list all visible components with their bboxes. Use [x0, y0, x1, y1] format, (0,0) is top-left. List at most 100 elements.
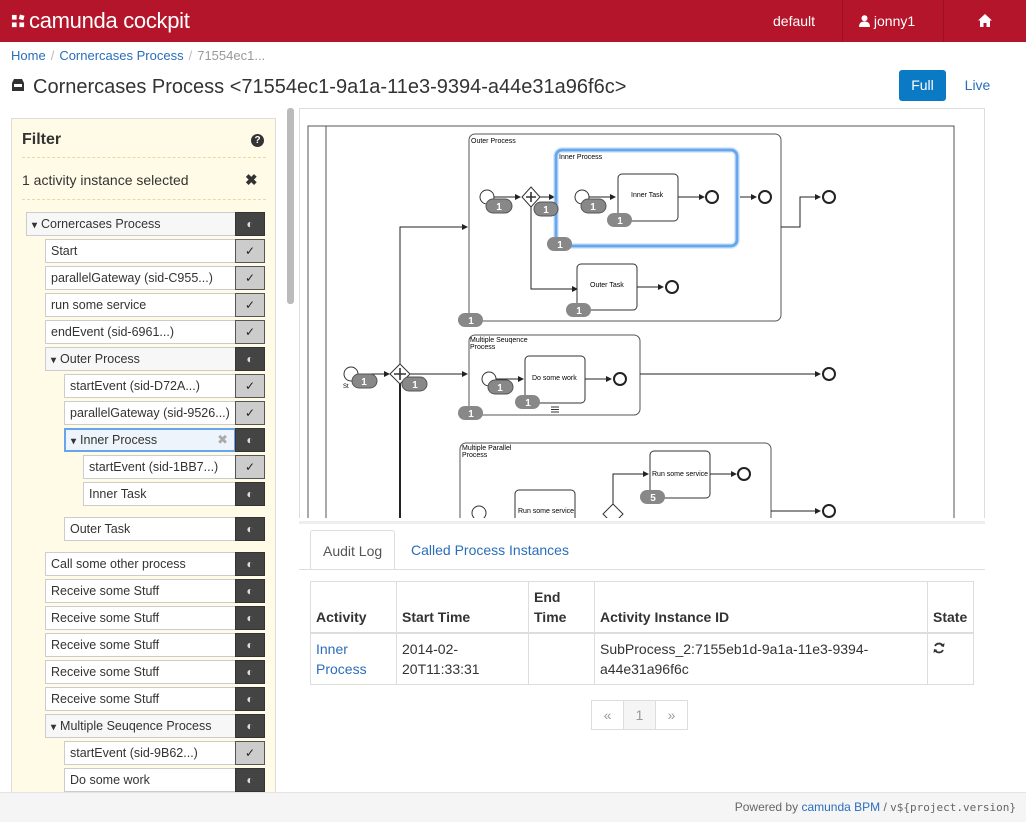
- camunda-logo-icon: [11, 14, 25, 28]
- toggle-subtree-icon[interactable]: ◐: [235, 768, 265, 792]
- pagination-prev[interactable]: «: [591, 700, 624, 730]
- tab-called-process-instances[interactable]: Called Process Instances: [399, 530, 581, 570]
- toggle-subtree-icon[interactable]: ◐: [235, 714, 265, 738]
- start-time-cell: 2014-02- 20T11:33:31: [396, 632, 529, 685]
- instance-count-badge: 1: [497, 383, 503, 394]
- column-header-end-time[interactable]: End Time: [528, 581, 595, 634]
- toggle-subtree-icon[interactable]: ◐: [235, 687, 265, 711]
- tree-item[interactable]: ▾ Inner Process ✖: [64, 428, 236, 452]
- tree-item-label: parallelGateway (sid-9526...): [70, 406, 230, 420]
- pagination-next[interactable]: »: [655, 700, 688, 730]
- divider: [22, 157, 266, 158]
- column-header-activity[interactable]: Activity: [310, 581, 397, 634]
- toggle-subtree-icon[interactable]: ◐: [235, 428, 265, 452]
- page-title-text: Cornercases Process <71554ec1-9a1a-11e3-…: [33, 76, 627, 98]
- filter-sidebar: Filter ? 1 activity instance selected ✖ …: [11, 118, 276, 818]
- chevron-down-icon[interactable]: ▾: [51, 722, 56, 733]
- pagination: « 1 »: [591, 700, 688, 730]
- toggle-subtree-icon[interactable]: ◐: [235, 212, 265, 236]
- tree-item[interactable]: Receive some Stuff: [45, 687, 236, 711]
- instance-id-cell: SubProcess_2:7155eb1d-9a1a-11e3-9394- a44…: [594, 632, 928, 685]
- toggle-subtree-icon[interactable]: ◐: [235, 552, 265, 576]
- tree-item[interactable]: run some service: [45, 293, 236, 317]
- sidebar-scrollbar[interactable]: [287, 108, 294, 304]
- chevron-down-icon[interactable]: ▾: [32, 220, 37, 231]
- tree-item-label: parallelGateway (sid-C955...): [51, 271, 213, 285]
- live-view-button[interactable]: Live: [954, 70, 1001, 101]
- footer-powered: Powered by: [734, 800, 799, 814]
- toggle-subtree-icon[interactable]: ◐: [235, 606, 265, 630]
- multi-seq-label: Multiple Seuqence: [470, 337, 528, 344]
- toggle-subtree-icon[interactable]: ◐: [235, 517, 265, 541]
- tree-item[interactable]: ▾ Outer Process: [45, 347, 236, 371]
- select-activity-icon[interactable]: ✓: [235, 401, 265, 425]
- column-header-activity-instance-id[interactable]: Activity Instance ID: [594, 581, 928, 634]
- deselect-icon[interactable]: ✖: [217, 430, 228, 450]
- tree-item[interactable]: ▾ Cornercases Process: [26, 212, 236, 236]
- tree-item[interactable]: parallelGateway (sid-C955...): [45, 266, 236, 290]
- camunda-link[interactable]: camunda BPM: [801, 800, 880, 814]
- tree-item[interactable]: Outer Task: [64, 517, 236, 541]
- page-title: Cornercases Process <71554ec1-9a1a-11e3-…: [11, 76, 626, 99]
- toggle-subtree-icon[interactable]: ◐: [235, 347, 265, 371]
- select-activity-icon[interactable]: ✓: [235, 455, 265, 479]
- breadcrumb: Home / Cornercases Process / 71554ec1...: [11, 48, 265, 63]
- breadcrumb-process[interactable]: Cornercases Process: [59, 48, 183, 63]
- select-activity-icon[interactable]: ✓: [235, 266, 265, 290]
- full-view-button[interactable]: Full: [899, 70, 946, 101]
- tree-item[interactable]: Start: [45, 239, 236, 263]
- select-activity-icon[interactable]: ✓: [235, 374, 265, 398]
- tree-item[interactable]: startEvent (sid-D72A...): [64, 374, 236, 398]
- instance-count-badge: 1: [543, 205, 549, 216]
- toggle-subtree-icon[interactable]: ◐: [235, 579, 265, 603]
- bpmn-diagram-canvas: Outer Process Inner Process Inner Task O…: [307, 125, 955, 518]
- column-header-state[interactable]: State: [927, 581, 974, 634]
- instance-count-badge: 1: [576, 306, 582, 317]
- activity-link[interactable]: Inner Process: [316, 641, 367, 677]
- tree-item[interactable]: Inner Task: [83, 482, 236, 506]
- engine-dropdown[interactable]: default: [757, 0, 831, 42]
- column-header-start-time[interactable]: Start Time: [396, 581, 529, 634]
- tab-audit-log[interactable]: Audit Log: [310, 530, 396, 570]
- inbox-icon: [12, 79, 24, 91]
- toggle-subtree-icon[interactable]: ◐: [235, 633, 265, 657]
- tree-item[interactable]: startEvent (sid-1BB7...): [83, 455, 236, 479]
- end-header-line-2: Time: [534, 609, 567, 625]
- tree-item[interactable]: Call some other process: [45, 552, 236, 576]
- tree-item[interactable]: ▾ Multiple Seuqence Process: [45, 714, 236, 738]
- tree-item-label: startEvent (sid-9B62...): [70, 746, 198, 760]
- breadcrumb-home[interactable]: Home: [11, 48, 46, 63]
- multi-par-label: Multiple Parallel: [462, 445, 512, 452]
- multi-par-label-2: Process: [462, 452, 488, 459]
- clear-selection-icon[interactable]: ✖: [245, 171, 258, 189]
- instance-count-badge: 1: [557, 240, 563, 251]
- select-activity-icon[interactable]: ✓: [235, 320, 265, 344]
- chevron-down-icon[interactable]: ▾: [71, 436, 76, 447]
- tree-item-label: Receive some Stuff: [51, 665, 160, 679]
- home-nav-button[interactable]: [943, 0, 1026, 42]
- bpmn-diagram[interactable]: Outer Process Inner Process Inner Task O…: [299, 108, 985, 518]
- engine-label: default: [773, 13, 816, 29]
- select-activity-icon[interactable]: ✓: [235, 239, 265, 263]
- chevron-down-icon[interactable]: ▾: [51, 355, 56, 366]
- select-activity-icon[interactable]: ✓: [235, 741, 265, 765]
- tree-item-label: startEvent (sid-D72A...): [70, 379, 200, 393]
- brand-link[interactable]: camunda cockpit: [11, 8, 190, 34]
- tree-item[interactable]: endEvent (sid-6961...): [45, 320, 236, 344]
- tree-item[interactable]: parallelGateway (sid-9526...): [64, 401, 236, 425]
- footer-version: v${project.version}: [890, 801, 1016, 814]
- tree-item[interactable]: Receive some Stuff: [45, 579, 236, 603]
- home-icon: [978, 14, 992, 27]
- select-activity-icon[interactable]: ✓: [235, 293, 265, 317]
- tree-item[interactable]: Receive some Stuff: [45, 606, 236, 630]
- user-menu[interactable]: jonny1: [842, 0, 942, 42]
- detail-tabs: Audit Log Called Process Instances Activ…: [299, 521, 985, 791]
- tree-item[interactable]: startEvent (sid-9B62...): [64, 741, 236, 765]
- tree-item[interactable]: Receive some Stuff: [45, 633, 236, 657]
- pagination-page[interactable]: 1: [623, 700, 656, 730]
- toggle-subtree-icon[interactable]: ◐: [235, 482, 265, 506]
- help-icon[interactable]: ?: [251, 134, 264, 147]
- tree-item[interactable]: Do some work: [64, 768, 236, 792]
- toggle-subtree-icon[interactable]: ◐: [235, 660, 265, 684]
- tree-item[interactable]: Receive some Stuff: [45, 660, 236, 684]
